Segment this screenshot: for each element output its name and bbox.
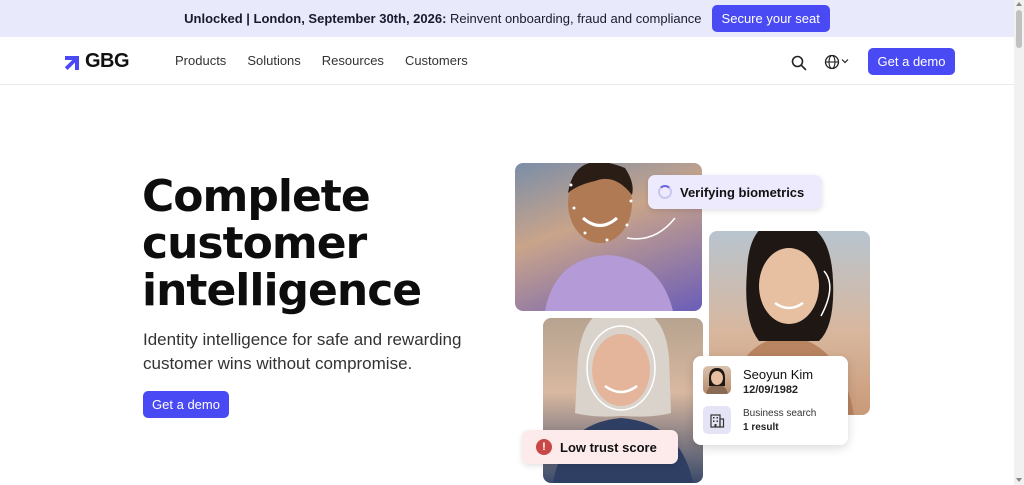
page-scrollbar[interactable] (1014, 0, 1024, 485)
nav-item-products[interactable]: Products (175, 53, 226, 68)
hero-title: Complete customer intelligence (142, 171, 422, 316)
business-search-label: Business search (743, 408, 817, 419)
gbg-logo[interactable]: GBG (64, 50, 130, 73)
loading-spinner-icon (658, 185, 672, 199)
search-icon[interactable] (791, 55, 807, 71)
hero-subtitle: Identity intelligence for safe and rewar… (143, 330, 462, 373)
banner-bold-text: Unlocked | London, September 30th, 2026: (184, 11, 447, 26)
hero-title-line: customer (142, 218, 367, 269)
profile-name: Seoyun Kim (743, 367, 814, 382)
gbg-logo-mark-icon (64, 55, 79, 70)
globe-icon[interactable] (824, 54, 840, 70)
alert-icon: ! (536, 439, 552, 455)
hero-title-line: Complete (142, 171, 371, 222)
chevron-down-icon[interactable] (841, 57, 849, 65)
nav-item-customers[interactable]: Customers (405, 53, 468, 68)
announcement-banner: Unlocked | London, September 30th, 2026:… (0, 0, 1014, 37)
header-get-demo-button[interactable]: Get a demo (868, 48, 955, 75)
banner-body-text: Reinvent onboarding, fraud and complianc… (446, 11, 702, 26)
nav-item-solutions[interactable]: Solutions (247, 53, 300, 68)
verifying-biometrics-text: Verifying biometrics (680, 184, 805, 200)
secure-seat-button[interactable]: Secure your seat (711, 5, 830, 32)
hero-get-demo-button[interactable]: Get a demo (143, 391, 229, 418)
banner-text: Unlocked | London, September 30th, 2026:… (184, 11, 701, 26)
site-header: GBG Products Solutions Resources Custome… (0, 37, 1014, 85)
main-nav: Products Solutions Resources Customers (175, 53, 468, 68)
avatar (703, 366, 731, 394)
scroll-up-arrow-icon[interactable] (1016, 1, 1022, 7)
nav-item-resources[interactable]: Resources (322, 53, 384, 68)
building-icon (703, 406, 731, 434)
avatar-portrait-icon (706, 368, 728, 394)
profile-dob: 12/09/1982 (743, 384, 799, 396)
scrollbar-thumb[interactable] (1016, 10, 1022, 48)
hero-title-line: intelligence (142, 265, 422, 316)
low-trust-score-badge: ! Low trust score (522, 430, 678, 464)
business-search-result: 1 result (743, 422, 779, 433)
identity-profile-card: Seoyun Kim 12/09/1982 Business search 1 … (693, 356, 848, 445)
low-trust-score-text: Low trust score (560, 439, 657, 455)
logo-text: GBG (85, 50, 130, 72)
scroll-down-arrow-icon[interactable] (1016, 477, 1022, 483)
verifying-biometrics-badge: Verifying biometrics (648, 175, 822, 209)
